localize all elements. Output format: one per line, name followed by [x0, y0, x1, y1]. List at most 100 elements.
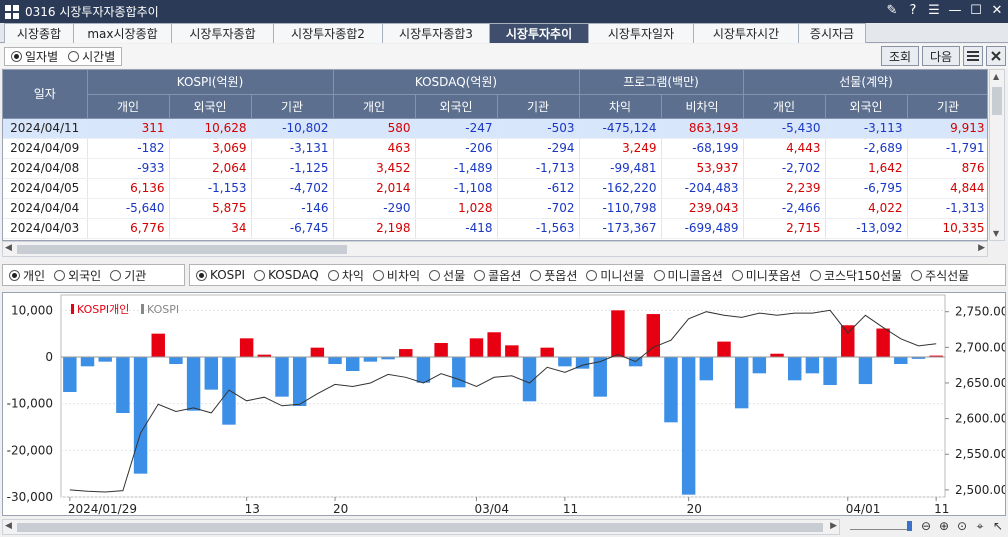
bar[interactable]: [841, 325, 855, 357]
radio-hourly[interactable]: 시간별: [68, 48, 115, 65]
table-horizontal-scrollbar[interactable]: ◀ ▶: [2, 241, 988, 257]
investor-radio[interactable]: 개인: [9, 267, 45, 284]
investor-radio[interactable]: 기관: [110, 267, 146, 284]
bar[interactable]: [558, 357, 572, 367]
tab-market-investor-summary-2[interactable]: 시장투자종합2: [273, 23, 383, 43]
bar[interactable]: [858, 357, 873, 385]
bar[interactable]: [169, 357, 183, 364]
table-row[interactable]: 2024/04/08 -933 2,064 -1,125 3,452 -1,489 -1,7…: [3, 158, 987, 179]
menu-icon[interactable]: ☰: [927, 3, 941, 18]
minimize-icon[interactable]: —: [948, 3, 962, 18]
bar[interactable]: [681, 357, 696, 495]
bar[interactable]: [717, 341, 731, 357]
market-radio[interactable]: KOSDAQ: [254, 268, 319, 282]
help-icon[interactable]: ?: [906, 3, 920, 18]
scroll-left-icon[interactable]: ◀: [5, 521, 12, 531]
bar[interactable]: [876, 328, 890, 357]
bar[interactable]: [788, 357, 802, 381]
scroll-thumb[interactable]: [17, 245, 347, 254]
bar[interactable]: [699, 357, 714, 381]
investor-radio[interactable]: 외국인: [54, 267, 101, 284]
table-vertical-scrollbar[interactable]: ▲ ▼: [989, 69, 1005, 241]
market-radio[interactable]: 선물: [429, 267, 465, 284]
radio-daily[interactable]: 일자별: [11, 48, 58, 65]
pointer-icon[interactable]: ↖: [990, 519, 1006, 535]
list-icon[interactable]: [963, 46, 983, 66]
chart-scrollbar[interactable]: ◀ ▶: [2, 519, 840, 535]
bar[interactable]: [133, 357, 148, 474]
scroll-down-icon[interactable]: ▼: [993, 229, 999, 238]
bar[interactable]: [328, 357, 342, 364]
bar[interactable]: [734, 357, 749, 409]
table-row[interactable]: 2024/04/04 -5,640 5,875 -146 -290 1,028 -702 -1…: [3, 198, 987, 219]
bar[interactable]: [346, 357, 360, 371]
table-row[interactable]: 2024/04/03 6,776 34 -6,745 2,198 -418 -1,563 -1…: [3, 218, 987, 239]
bar[interactable]: [487, 332, 501, 357]
market-radio[interactable]: 콜옵션: [474, 267, 521, 284]
market-radio[interactable]: 주식선물: [911, 267, 969, 284]
scroll-right-icon[interactable]: ▶: [830, 521, 837, 531]
table-row[interactable]: 2024/04/11 311 10,628 -10,802 580 -247 -503 -47…: [3, 118, 987, 139]
bar[interactable]: [505, 345, 519, 357]
tab-market-summary[interactable]: 시장종합: [4, 23, 74, 43]
close-icon[interactable]: [986, 46, 1006, 66]
bar[interactable]: [275, 357, 289, 397]
tab-market-investor-date[interactable]: 시장투자일자: [588, 23, 694, 43]
bar[interactable]: [611, 310, 625, 357]
bar[interactable]: [894, 357, 908, 364]
tab-max-market-summary[interactable]: max시장종합: [73, 23, 172, 43]
header-column[interactable]: 비차익: [661, 94, 744, 119]
crosshair-icon[interactable]: ⌖: [972, 519, 988, 535]
bar[interactable]: [452, 357, 466, 388]
header-date[interactable]: 일자: [3, 70, 88, 119]
zoom-reset-icon[interactable]: ⊙: [954, 519, 970, 535]
bar[interactable]: [239, 338, 254, 357]
scroll-up-icon[interactable]: ▲: [993, 72, 999, 81]
tab-stock-funds[interactable]: 증시자금: [798, 23, 866, 43]
header-column[interactable]: 기관: [497, 94, 580, 119]
bar[interactable]: [363, 357, 378, 362]
header-column[interactable]: 외국인: [825, 94, 908, 119]
bar[interactable]: [63, 357, 77, 392]
pin-icon[interactable]: ✎: [885, 3, 899, 18]
header-column[interactable]: 개인: [333, 94, 416, 119]
bar[interactable]: [80, 357, 95, 367]
bar[interactable]: [469, 338, 484, 357]
scroll-right-icon[interactable]: ▶: [978, 243, 985, 253]
market-radio[interactable]: 미니선물: [586, 267, 645, 284]
query-button[interactable]: 조회: [881, 46, 919, 66]
maximize-icon[interactable]: ☐: [969, 3, 983, 18]
header-column[interactable]: 기관: [251, 94, 334, 119]
header-column[interactable]: 개인: [87, 94, 170, 119]
close-window-icon[interactable]: ✕: [990, 3, 1004, 18]
market-radio[interactable]: 비차익: [372, 267, 420, 284]
header-column[interactable]: 차익: [579, 94, 662, 119]
market-radio[interactable]: 미니풋옵션: [731, 267, 801, 284]
bar[interactable]: [116, 357, 130, 413]
bar[interactable]: [186, 357, 201, 411]
zoom-knob[interactable]: [907, 521, 912, 531]
table-row[interactable]: 2024/04/05 6,136 -1,153 -4,702 2,014 -1,108 -6…: [3, 178, 987, 199]
table-row[interactable]: 2024/04/09 -182 3,069 -3,131 463 -206 -294 3,24…: [3, 138, 987, 159]
header-column[interactable]: 외국인: [169, 94, 252, 119]
market-radio[interactable]: 미니콜옵션: [653, 267, 723, 284]
bar[interactable]: [540, 347, 554, 357]
bar[interactable]: [823, 357, 837, 385]
tab-market-investor-trend[interactable]: 시장투자추이: [489, 23, 589, 43]
bar[interactable]: [752, 357, 767, 374]
market-radio[interactable]: 코스닥150선물: [809, 267, 902, 284]
bar[interactable]: [204, 357, 218, 390]
bar[interactable]: [399, 349, 413, 357]
next-button[interactable]: 다음: [922, 46, 960, 66]
header-column[interactable]: 기관: [907, 94, 987, 119]
bar[interactable]: [310, 347, 325, 357]
zoom-slider[interactable]: [850, 521, 912, 531]
tab-market-investor-summary[interactable]: 시장투자종합: [171, 23, 274, 43]
scroll-thumb[interactable]: [992, 87, 1002, 115]
bar[interactable]: [805, 357, 820, 374]
bar[interactable]: [98, 357, 112, 362]
zoom-in-icon[interactable]: ⊕: [936, 519, 952, 535]
tab-market-investor-time[interactable]: 시장투자시간: [693, 23, 799, 43]
bar[interactable]: [292, 357, 307, 406]
scroll-thumb[interactable]: [17, 523, 823, 532]
